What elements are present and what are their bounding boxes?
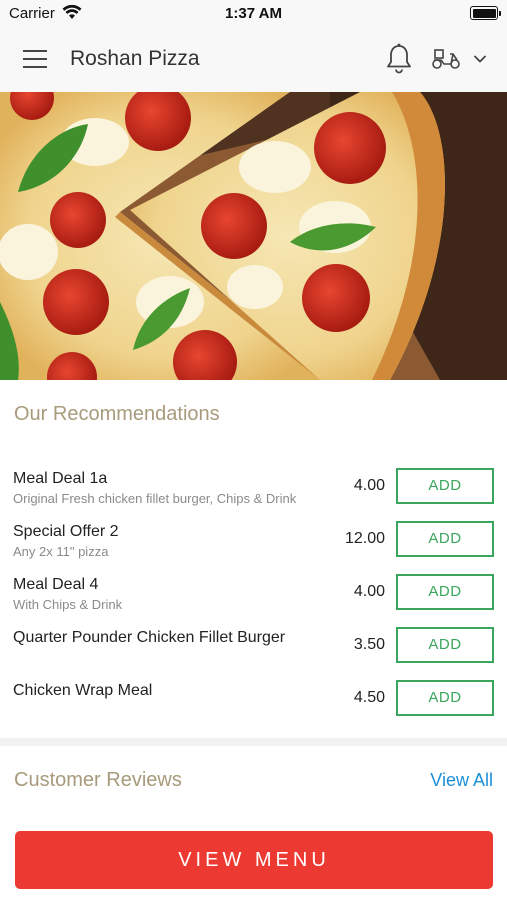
list-item: Meal Deal 1a Original Fresh chicken fill… [0, 458, 507, 511]
item-price: 4.00 [353, 583, 385, 600]
battery-icon [470, 6, 501, 20]
hamburger-menu-icon[interactable] [23, 50, 47, 70]
add-button[interactable]: ADD [396, 680, 494, 716]
list-item: Chicken Wrap Meal 4.50 ADD [0, 670, 507, 723]
list-item: Quarter Pounder Chicken Fillet Burger 3.… [0, 617, 507, 670]
recommendations-heading: Our Recommendations [14, 403, 220, 425]
item-name: Special Offer 2 [13, 523, 119, 540]
item-description: Any 2x 11" pizza [13, 544, 109, 559]
view-all-reviews-link[interactable]: View All [430, 770, 493, 791]
reviews-heading: Customer Reviews [14, 769, 182, 791]
section-divider [0, 738, 507, 746]
app-header: Roshan Pizza [0, 28, 507, 92]
add-button[interactable]: ADD [396, 627, 494, 663]
view-menu-button[interactable]: VIEW MENU [15, 831, 493, 889]
item-name: Meal Deal 4 [13, 576, 99, 593]
recommendations-list: Meal Deal 1a Original Fresh chicken fill… [0, 458, 507, 723]
item-name: Chicken Wrap Meal [13, 682, 153, 699]
add-button[interactable]: ADD [396, 521, 494, 557]
delivery-scooter-icon[interactable] [431, 45, 461, 71]
chevron-down-icon[interactable] [473, 54, 487, 64]
item-name: Meal Deal 1a [13, 470, 108, 487]
add-button[interactable]: ADD [396, 574, 494, 610]
restaurant-title: Roshan Pizza [70, 47, 200, 70]
hero-pizza-image [0, 92, 507, 380]
item-price: 4.50 [353, 689, 385, 706]
item-description: Original Fresh chicken fillet burger, Ch… [13, 491, 297, 506]
item-description: With Chips & Drink [13, 597, 123, 612]
item-price: 4.00 [353, 477, 385, 494]
list-item: Special Offer 2 Any 2x 11" pizza 12.00 A… [0, 511, 507, 564]
item-price: 3.50 [353, 636, 385, 653]
status-bar: Carrier 1:37 AM [0, 0, 507, 28]
bell-icon[interactable] [385, 43, 413, 75]
item-name: Quarter Pounder Chicken Fillet Burger [13, 629, 286, 646]
item-price: 12.00 [344, 530, 385, 547]
clock: 1:37 AM [225, 5, 282, 22]
add-button[interactable]: ADD [396, 468, 494, 504]
list-item: Meal Deal 4 With Chips & Drink 4.00 ADD [0, 564, 507, 617]
pizza-illustration [0, 92, 507, 380]
